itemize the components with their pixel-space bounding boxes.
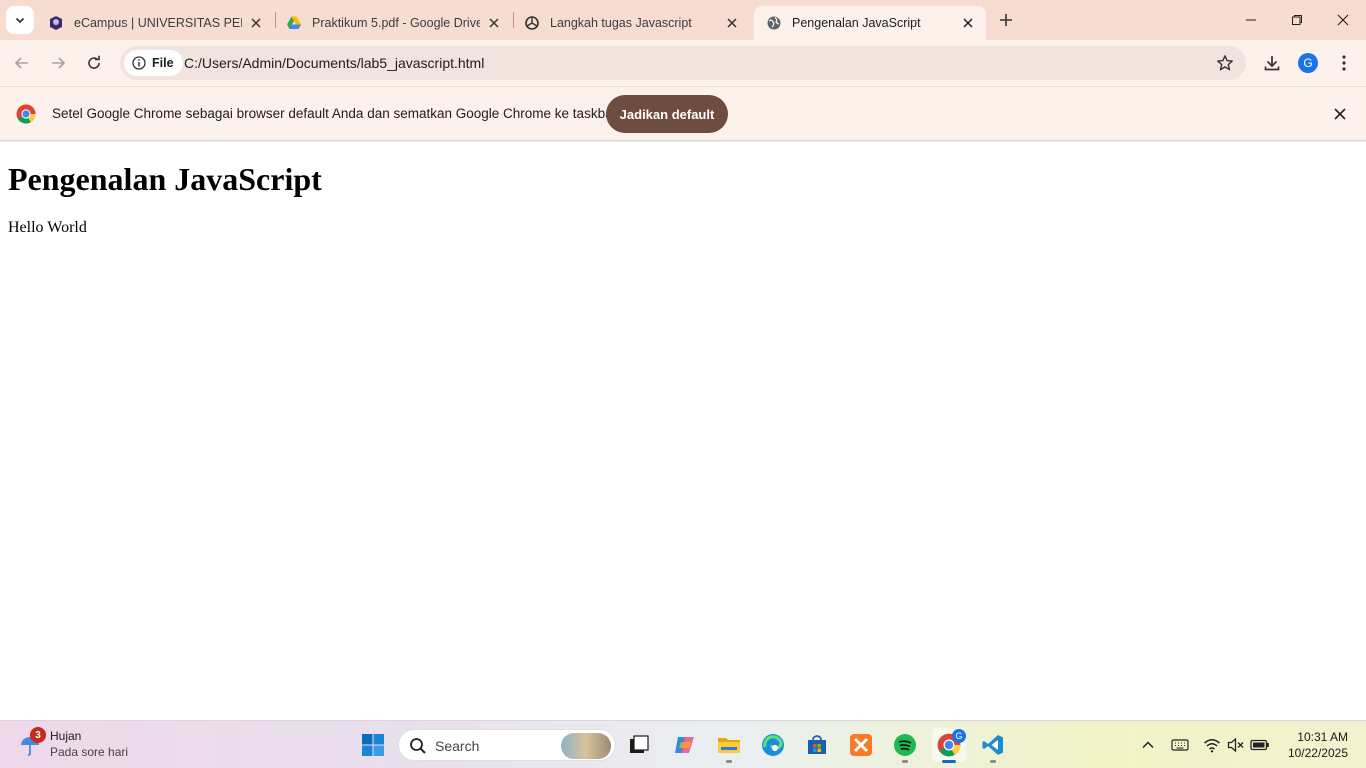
store-icon	[808, 735, 826, 754]
running-indicator	[902, 760, 908, 763]
running-indicator	[726, 760, 732, 763]
bookmark-star-icon[interactable]	[1216, 54, 1234, 72]
tab-title: eCampus | UNIVERSITAS PELITA	[74, 16, 242, 30]
running-indicator	[990, 760, 996, 763]
task-view-icon	[630, 735, 649, 753]
page-content: Pengenalan JavaScript Hello World	[0, 142, 1366, 720]
site-info-chip[interactable]: File	[124, 50, 183, 76]
spotify-button[interactable]	[888, 728, 922, 762]
restore-icon	[1292, 15, 1302, 25]
copilot-button[interactable]	[668, 728, 702, 762]
close-icon[interactable]	[486, 15, 502, 31]
default-browser-infobar: Setel Google Chrome sebagai browser defa…	[0, 86, 1366, 140]
new-tab-button[interactable]	[994, 8, 1018, 32]
arrow-left-icon	[14, 57, 28, 69]
vscode-icon	[982, 735, 1003, 755]
volume-button[interactable]	[1226, 735, 1246, 755]
chevron-up-icon	[1142, 741, 1154, 749]
profile-avatar[interactable]: G	[1298, 53, 1318, 73]
close-window-button[interactable]	[1320, 0, 1366, 40]
close-icon[interactable]	[960, 15, 976, 31]
chevron-down-icon	[15, 17, 25, 24]
clock-time: 10:31 AM	[1297, 730, 1348, 744]
url-text[interactable]: C:/Users/Admin/Documents/lab5_javascript…	[184, 55, 484, 71]
vscode-button[interactable]	[976, 728, 1010, 762]
microsoft-store-button[interactable]	[800, 728, 834, 762]
forward-button[interactable]	[42, 47, 74, 79]
globe-icon	[766, 15, 782, 31]
tab-google-drive[interactable]: Praktikum 5.pdf - Google Drive	[274, 6, 512, 40]
page-paragraph: Hello World	[8, 219, 87, 236]
xampp-button[interactable]	[844, 728, 878, 762]
tab-langkah-tugas[interactable]: Langkah tugas Javascript	[512, 6, 750, 40]
search-highlight-image	[561, 733, 611, 759]
edge-button[interactable]	[756, 728, 790, 762]
file-explorer-button[interactable]	[712, 728, 746, 762]
chrome-taskbar-button[interactable]: G	[932, 728, 966, 762]
chrome-logo-icon	[16, 104, 36, 124]
clock-date: 10/22/2025	[1287, 746, 1348, 760]
arrow-right-icon	[52, 57, 66, 69]
downloads-icon[interactable]	[1262, 53, 1282, 73]
task-view-button[interactable]	[622, 728, 656, 762]
plus-icon	[1000, 14, 1012, 26]
google-drive-icon	[286, 15, 302, 31]
tab-ecampus[interactable]: eCampus | UNIVERSITAS PELITA	[36, 6, 274, 40]
tab-title: Pengenalan JavaScript	[792, 16, 921, 30]
restore-button[interactable]	[1274, 0, 1320, 40]
minimize-button[interactable]	[1228, 0, 1274, 40]
spotify-icon	[894, 734, 916, 756]
weather-title: Hujan	[50, 729, 82, 743]
windows-logo-icon	[362, 734, 384, 756]
chrome-profile-badge: G	[952, 729, 966, 743]
volume-muted-icon	[1227, 737, 1244, 753]
close-icon[interactable]	[248, 15, 264, 31]
edge-icon	[762, 734, 784, 756]
ecampus-icon	[48, 15, 64, 31]
wifi-icon	[1204, 739, 1220, 753]
battery-icon	[1250, 739, 1269, 751]
folder-icon	[718, 738, 740, 753]
taskbar-search[interactable]: Search	[398, 729, 616, 761]
active-indicator	[942, 760, 956, 763]
copilot-icon	[675, 737, 694, 753]
weather-badge: 3	[30, 727, 46, 743]
search-placeholder: Search	[435, 738, 480, 754]
keyboard-button[interactable]	[1170, 735, 1190, 755]
taskbar-clock[interactable]: 10:31 AM 10/22/2025	[1288, 729, 1348, 761]
site-chip-label: File	[152, 56, 174, 70]
weather-widget[interactable]: 3 Hujan Pada sore hari	[16, 727, 146, 763]
page-heading: Pengenalan JavaScript	[8, 161, 322, 197]
reload-button[interactable]	[78, 47, 110, 79]
tab-title: Langkah tugas Javascript	[550, 16, 692, 30]
weather-subtitle: Pada sore hari	[50, 745, 129, 759]
wifi-button[interactable]	[1202, 735, 1222, 755]
chatgpt-icon	[524, 15, 540, 31]
tab-strip: eCampus | UNIVERSITAS PELITA Praktikum 5…	[0, 0, 1366, 40]
reload-icon	[88, 55, 100, 69]
make-default-button[interactable]: Jadikan default	[606, 95, 728, 133]
xampp-icon	[850, 734, 872, 756]
info-icon	[132, 56, 146, 70]
minimize-icon	[1246, 19, 1256, 21]
close-icon[interactable]	[724, 15, 740, 31]
infobar-message: Setel Google Chrome sebagai browser defa…	[52, 106, 618, 121]
search-icon	[409, 737, 427, 760]
show-hidden-icons-button[interactable]	[1138, 735, 1158, 755]
start-button[interactable]	[356, 728, 390, 762]
address-bar[interactable]: File C:/Users/Admin/Documents/lab5_javas…	[120, 46, 1246, 80]
battery-button[interactable]	[1250, 735, 1270, 755]
menu-kebab-icon[interactable]	[1334, 53, 1354, 73]
close-icon	[1334, 108, 1346, 120]
windows-taskbar: 3 Hujan Pada sore hari Search G 10:31 AM…	[0, 720, 1366, 768]
tab-search-button[interactable]	[6, 6, 34, 34]
close-icon	[1337, 14, 1349, 26]
browser-toolbar: File C:/Users/Admin/Documents/lab5_javas…	[0, 40, 1366, 86]
tab-pengenalan-javascript[interactable]: Pengenalan JavaScript	[754, 6, 986, 40]
tab-title: Praktikum 5.pdf - Google Drive	[312, 16, 480, 30]
keyboard-icon	[1171, 739, 1189, 751]
infobar-close-button[interactable]	[1330, 104, 1350, 124]
back-button[interactable]	[6, 47, 38, 79]
